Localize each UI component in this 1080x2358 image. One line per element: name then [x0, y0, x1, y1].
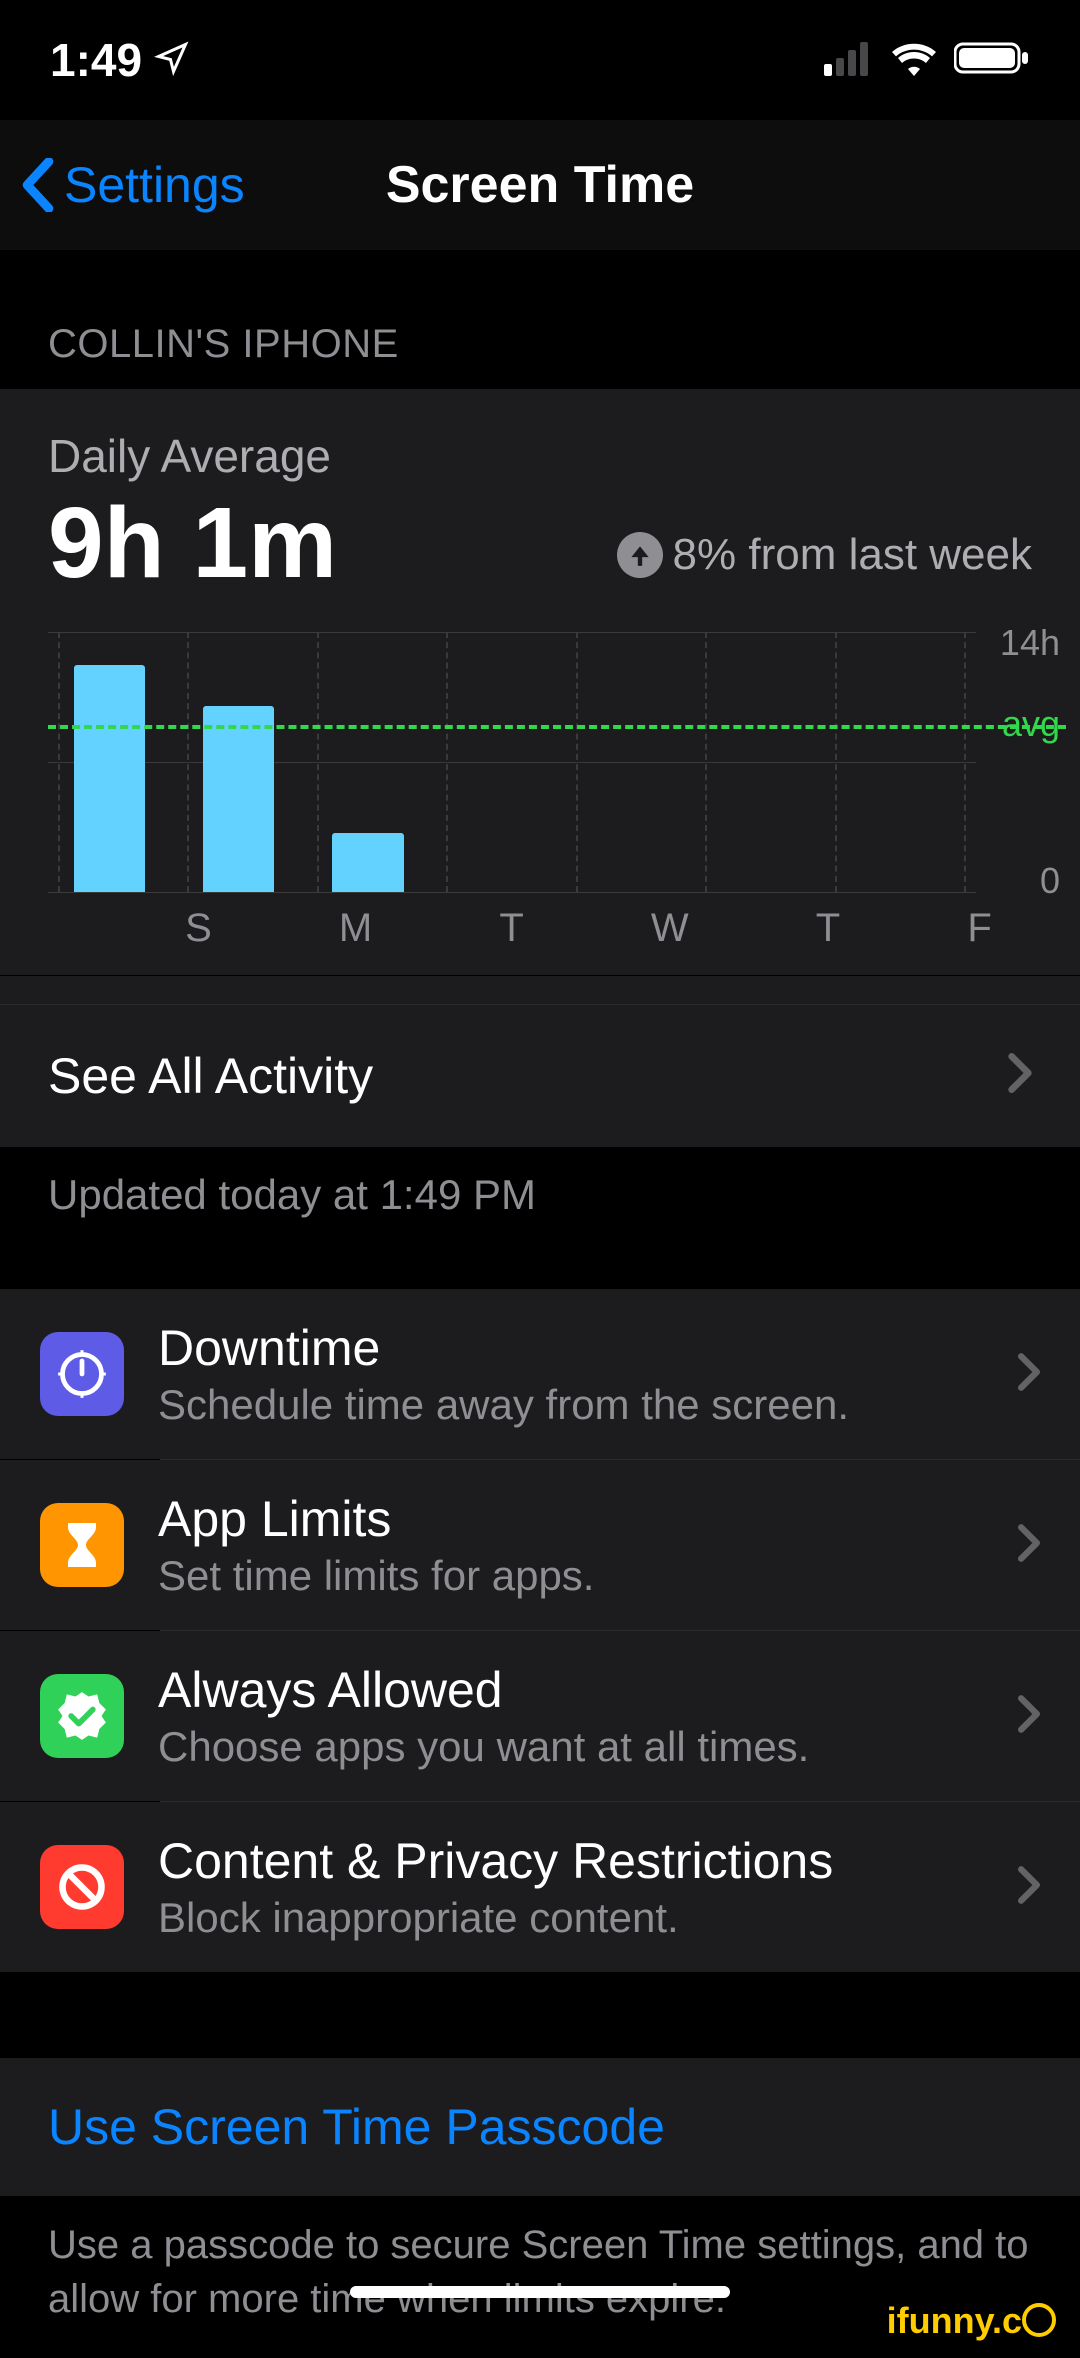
- checkmark-seal-icon: [40, 1674, 124, 1758]
- setting-row-content-privacy-restrictions[interactable]: Content & Privacy RestrictionsBlock inap…: [0, 1802, 1080, 1972]
- hourglass-icon: [40, 1503, 124, 1587]
- see-all-activity-label: See All Activity: [48, 1047, 373, 1105]
- daily-average-value: 9h 1m: [48, 491, 337, 596]
- setting-title: Content & Privacy Restrictions: [158, 1832, 984, 1890]
- see-all-activity-row[interactable]: See All Activity: [0, 1004, 1080, 1147]
- setting-title: Always Allowed: [158, 1661, 984, 1719]
- chevron-right-icon: [1018, 1524, 1040, 1567]
- y-tick-bottom: 0: [1040, 860, 1060, 902]
- x-axis-label: S: [58, 906, 212, 951]
- daily-average-label: Daily Average: [48, 429, 1032, 483]
- chart-bar: [332, 833, 403, 892]
- home-indicator[interactable]: [350, 2286, 730, 2298]
- watermark: ifunny.c: [887, 2300, 1056, 2342]
- x-axis-label: M: [212, 906, 372, 951]
- setting-row-app-limits[interactable]: App LimitsSet time limits for apps.: [0, 1460, 1080, 1630]
- setting-title: App Limits: [158, 1490, 984, 1548]
- cellular-signal-icon: [824, 33, 874, 87]
- updated-timestamp: Updated today at 1:49 PM: [0, 1147, 1080, 1289]
- setting-row-always-allowed[interactable]: Always AllowedChoose apps you want at al…: [0, 1631, 1080, 1801]
- weekly-chart: 14h 0 avg: [0, 606, 1080, 892]
- y-tick-top: 14h: [1000, 622, 1060, 664]
- chevron-right-icon: [1008, 1047, 1032, 1105]
- setting-row-downtime[interactable]: DowntimeSchedule time away from the scre…: [0, 1289, 1080, 1459]
- chevron-right-icon: [1018, 1866, 1040, 1909]
- battery-icon: [954, 33, 1030, 87]
- chart-bar: [203, 706, 274, 892]
- trend-text: 8% from last week: [673, 530, 1032, 580]
- arrow-up-icon: [617, 532, 663, 578]
- x-axis-label: T: [372, 906, 524, 951]
- setting-subtitle: Choose apps you want at all times.: [158, 1723, 984, 1771]
- nav-bar: Settings Screen Time: [0, 120, 1080, 250]
- avg-label: avg: [1002, 703, 1060, 745]
- setting-subtitle: Schedule time away from the screen.: [158, 1381, 984, 1429]
- setting-title: Downtime: [158, 1319, 984, 1377]
- x-axis-label: F: [840, 906, 992, 951]
- x-axis-label: T: [689, 906, 841, 951]
- screen-time-settings-list: DowntimeSchedule time away from the scre…: [0, 1289, 1080, 1972]
- trend-indicator: 8% from last week: [617, 530, 1032, 596]
- status-bar: 1:49: [0, 0, 1080, 120]
- status-time: 1:49: [50, 33, 142, 87]
- screen-time-summary-card: Daily Average 9h 1m 8% from last week 14…: [0, 389, 1080, 1147]
- chart-bar: [74, 665, 145, 892]
- back-button[interactable]: Settings: [0, 156, 245, 214]
- x-axis-label: W: [524, 906, 689, 951]
- device-header: COLLIN'S IPHONE: [0, 250, 1080, 389]
- setting-subtitle: Set time limits for apps.: [158, 1552, 984, 1600]
- use-screen-time-passcode-button[interactable]: Use Screen Time Passcode: [0, 2058, 1080, 2196]
- location-arrow-icon: [154, 33, 190, 87]
- chevron-right-icon: [1018, 1695, 1040, 1738]
- chevron-left-icon: [20, 158, 56, 212]
- chevron-right-icon: [1018, 1353, 1040, 1396]
- downtime-clock-icon: [40, 1332, 124, 1416]
- wifi-icon: [890, 33, 938, 87]
- setting-subtitle: Block inappropriate content.: [158, 1894, 984, 1942]
- back-label: Settings: [64, 156, 245, 214]
- no-symbol-icon: [40, 1845, 124, 1929]
